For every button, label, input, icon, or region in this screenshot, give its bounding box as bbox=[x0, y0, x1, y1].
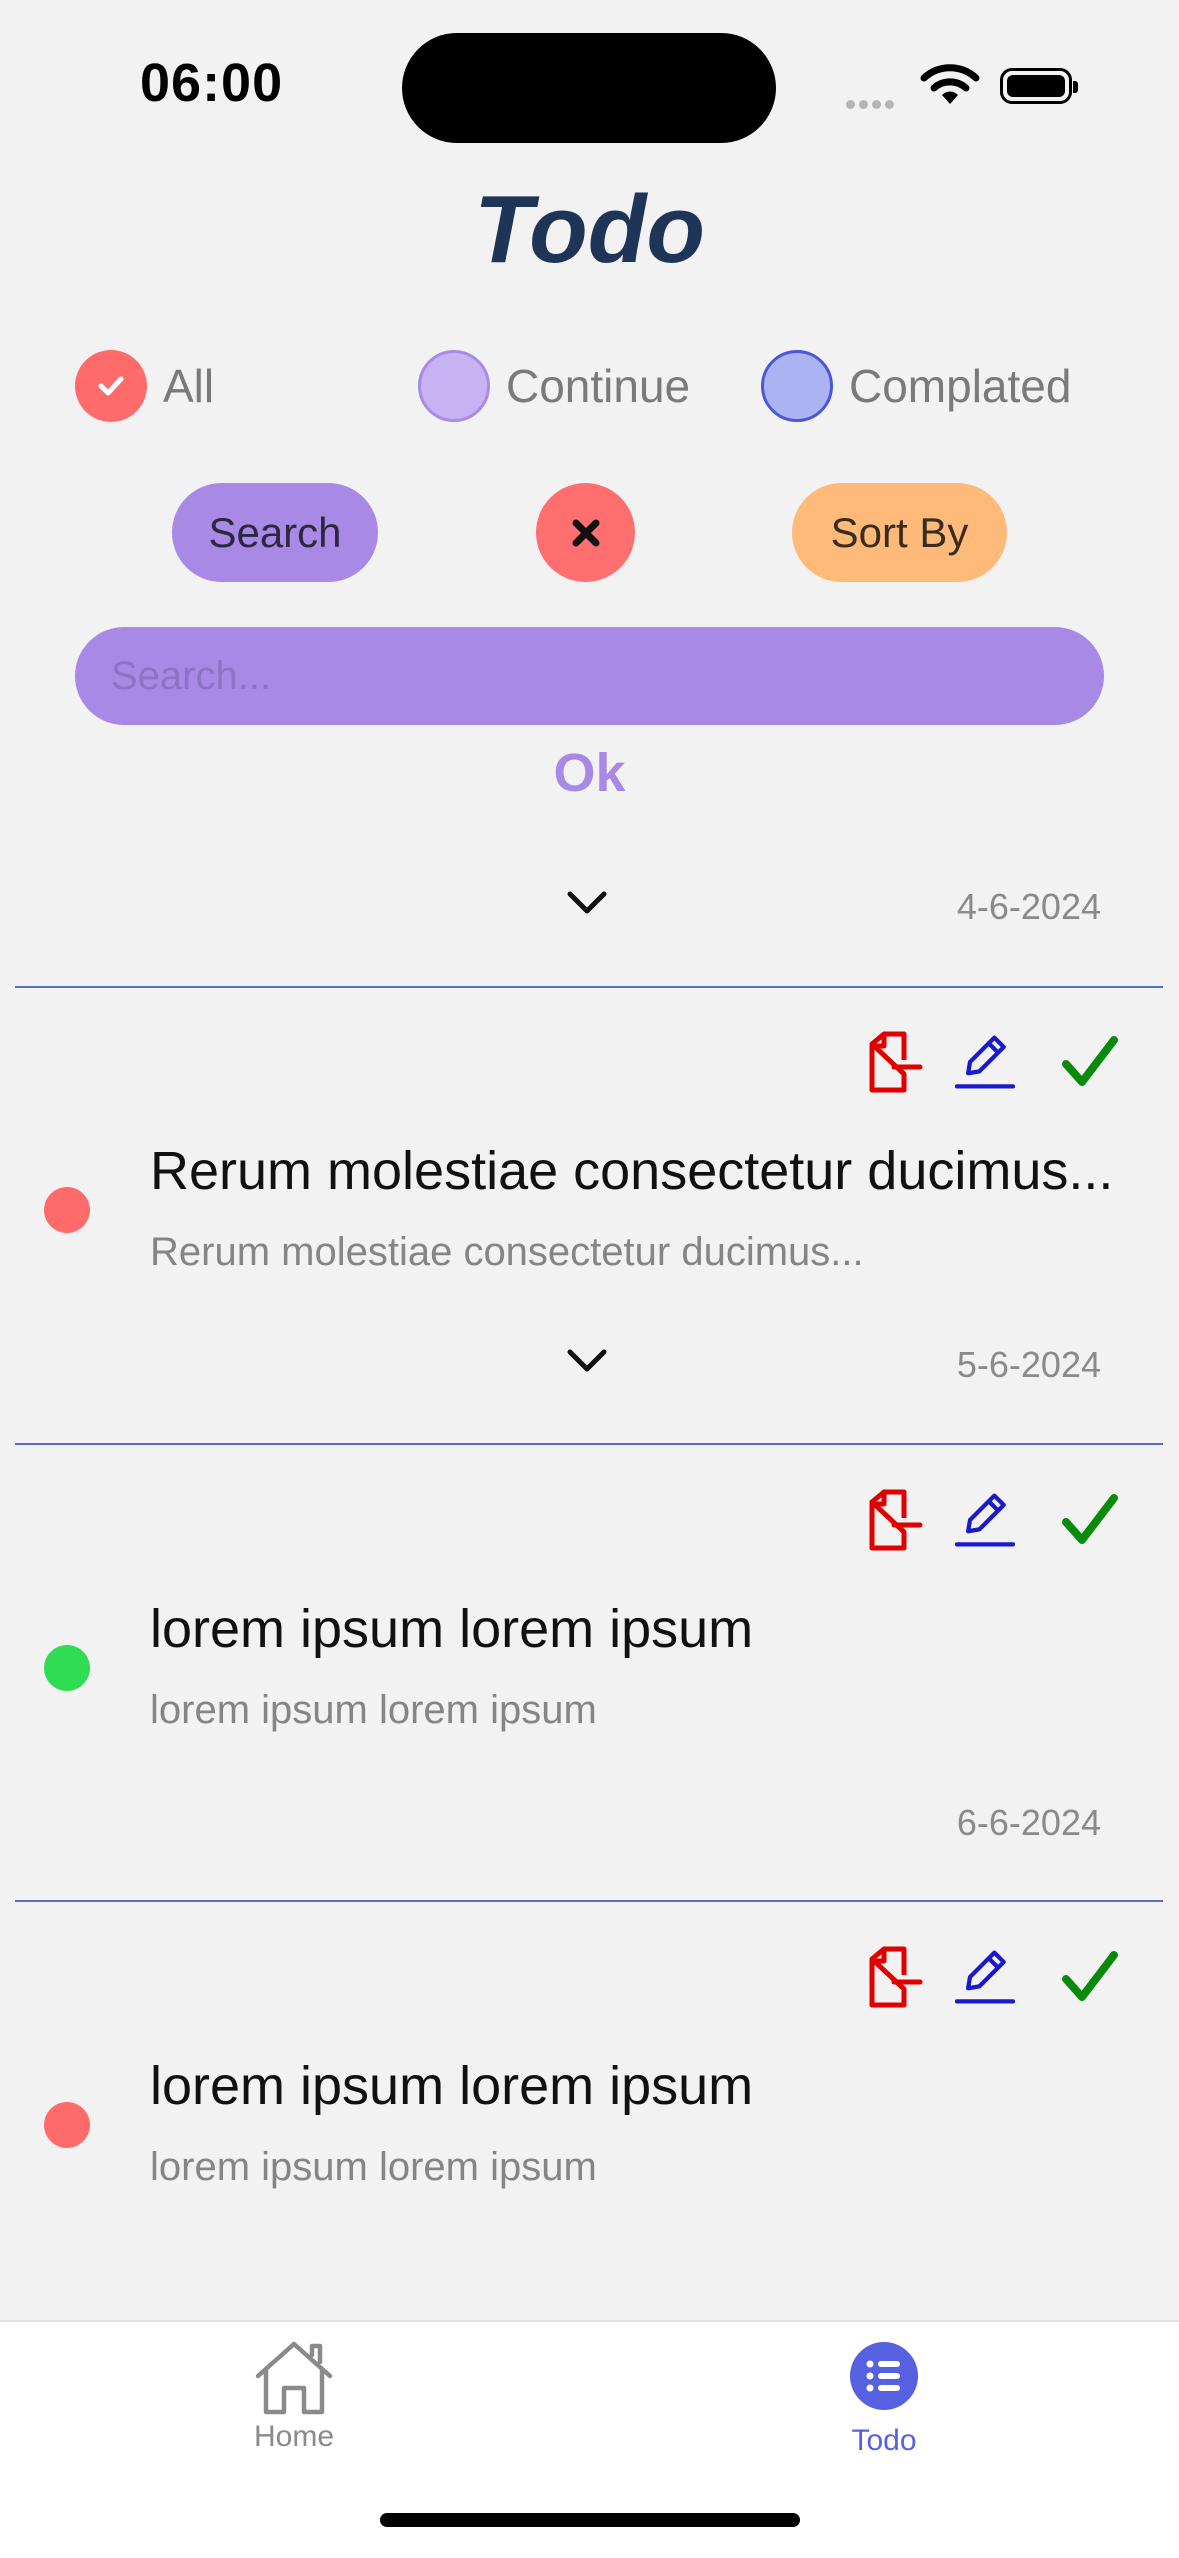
filter-all-label: All bbox=[163, 360, 215, 412]
chevron-down-icon[interactable] bbox=[564, 888, 610, 918]
task-date: 5-6-2024 bbox=[956, 1344, 1101, 1385]
home-icon bbox=[255, 2341, 333, 2415]
divider bbox=[15, 1443, 1163, 1445]
delete-icon[interactable] bbox=[864, 1488, 924, 1552]
task-title[interactable]: Rerum molestiae consectetur ducimus... bbox=[150, 1140, 1160, 1202]
divider bbox=[15, 1900, 1163, 1902]
wifi-icon bbox=[920, 64, 980, 104]
complete-check-icon[interactable] bbox=[1060, 1488, 1120, 1552]
list-icon bbox=[850, 2342, 918, 2410]
filter-all[interactable]: All bbox=[75, 348, 214, 424]
battery-icon bbox=[1000, 68, 1078, 104]
filter-completed[interactable]: Complated bbox=[761, 348, 1071, 424]
task-date: 6-6-2024 bbox=[956, 1802, 1101, 1843]
dynamic-island bbox=[402, 33, 776, 143]
ok-button[interactable]: Ok bbox=[0, 742, 1179, 804]
task-title[interactable]: lorem ipsum lorem ipsum bbox=[150, 1598, 1160, 1660]
chevron-down-icon[interactable] bbox=[564, 1346, 610, 1376]
status-dot bbox=[44, 2102, 90, 2148]
filter-continue[interactable]: Continue bbox=[418, 348, 690, 424]
task-subtitle: Rerum molestiae consectetur ducimus... bbox=[150, 1230, 864, 1274]
tab-home-label: Home bbox=[253, 2420, 335, 2453]
radio-checked-icon[interactable] bbox=[75, 350, 147, 422]
complete-check-icon[interactable] bbox=[1060, 1030, 1120, 1094]
delete-icon[interactable] bbox=[864, 1945, 924, 2009]
tab-home[interactable]: Home bbox=[194, 2338, 394, 2454]
status-dot bbox=[44, 1187, 90, 1233]
status-dot bbox=[44, 1645, 90, 1691]
search-input[interactable] bbox=[75, 627, 1104, 725]
task-date: 4-6-2024 bbox=[956, 886, 1101, 927]
divider bbox=[15, 986, 1163, 988]
task-subtitle: lorem ipsum lorem ipsum bbox=[150, 1688, 597, 1732]
tab-todo-label: Todo bbox=[851, 2424, 917, 2457]
home-indicator bbox=[380, 2513, 800, 2527]
filter-continue-label: Continue bbox=[506, 360, 691, 412]
edit-icon[interactable] bbox=[955, 1488, 1015, 1552]
radio-unchecked-icon[interactable] bbox=[418, 350, 490, 422]
edit-icon[interactable] bbox=[955, 1030, 1015, 1094]
filter-completed-label: Complated bbox=[849, 360, 1072, 412]
delete-icon[interactable] bbox=[864, 1030, 924, 1094]
clear-button[interactable] bbox=[536, 483, 635, 582]
complete-check-icon[interactable] bbox=[1060, 1945, 1120, 2009]
tab-todo[interactable]: Todo bbox=[784, 2340, 984, 2458]
edit-icon[interactable] bbox=[955, 1945, 1015, 2009]
cellular-signal-icon bbox=[846, 96, 898, 114]
radio-unchecked-icon[interactable] bbox=[761, 350, 833, 422]
task-subtitle: lorem ipsum lorem ipsum bbox=[150, 2145, 597, 2189]
page-title: Todo bbox=[474, 176, 705, 283]
sort-button[interactable]: Sort By bbox=[792, 483, 1007, 582]
close-icon bbox=[572, 519, 599, 546]
status-time: 06:00 bbox=[140, 53, 284, 113]
task-title[interactable]: lorem ipsum lorem ipsum bbox=[150, 2055, 1160, 2117]
search-button[interactable]: Search bbox=[172, 483, 378, 582]
